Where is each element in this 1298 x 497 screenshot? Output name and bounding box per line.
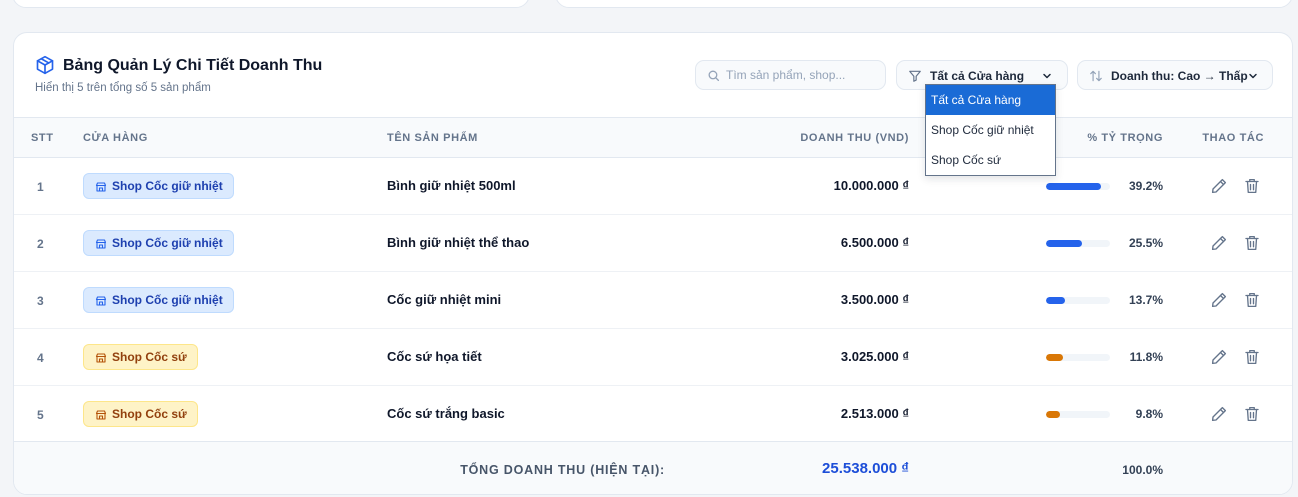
top-card-left	[12, 0, 530, 8]
pencil-icon[interactable]	[1210, 291, 1228, 309]
store-name: Shop Cốc giữ nhiệt	[112, 236, 223, 250]
total-revenue-label: TỔNG DOANH THU (HIỆN TẠI):	[460, 463, 665, 477]
column-header-actions: THAO TÁC	[1202, 132, 1264, 144]
pencil-icon[interactable]	[1210, 234, 1228, 252]
column-header-stt: STT	[31, 132, 54, 144]
row-index: 1	[37, 180, 44, 194]
column-header-share: % TỶ TRỌNG	[1087, 132, 1163, 144]
table-header: STT CỬA HÀNG TÊN SẢN PHẨM DOANH THU (VND…	[14, 117, 1292, 158]
pencil-icon[interactable]	[1210, 348, 1228, 366]
share-percent: 13.7%	[1128, 293, 1163, 307]
store-icon	[95, 353, 107, 363]
trash-icon[interactable]	[1243, 234, 1261, 252]
product-name: Cốc sứ trắng basic	[387, 406, 505, 421]
product-name: Cốc giữ nhiệt mini	[387, 292, 502, 307]
table-row: 3 Shop Cốc giữ nhiệt Cốc giữ nhiệt mini …	[14, 272, 1292, 329]
revenue-table-panel: Bảng Quản Lý Chi Tiết Doanh Thu Hiển thị…	[13, 32, 1293, 495]
store-name: Shop Cốc sứ	[112, 350, 187, 364]
share-bar-fill	[1046, 411, 1060, 418]
share-bar-fill	[1046, 297, 1066, 304]
store-filter-dropdown: Tất cả Cửa hàng Shop Cốc giữ nhiệt Shop …	[925, 84, 1056, 176]
store-icon	[95, 182, 107, 192]
share-bar	[1046, 297, 1110, 304]
revenue-value: 3.025.000 ₫	[840, 349, 909, 364]
table-row: 5 Shop Cốc sứ Cốc sứ trắng basic 2.513.0…	[14, 386, 1292, 443]
store-name: Shop Cốc giữ nhiệt	[112, 179, 223, 193]
row-index: 5	[37, 408, 44, 422]
box-icon	[36, 55, 54, 75]
share-bar	[1046, 240, 1110, 247]
table-row: 2 Shop Cốc giữ nhiệt Bình giữ nhiệt thể …	[14, 215, 1292, 272]
revenue-value: 3.500.000 ₫	[840, 292, 909, 307]
trash-icon[interactable]	[1243, 348, 1261, 366]
store-name: Shop Cốc giữ nhiệt	[112, 293, 223, 307]
revenue-value: 6.500.000 ₫	[840, 235, 909, 250]
share-bar-fill	[1046, 354, 1063, 361]
store-badge: Shop Cốc sứ	[83, 344, 198, 370]
column-header-revenue: DOANH THU (VND)	[800, 132, 909, 144]
row-index: 3	[37, 294, 44, 308]
result-count-text: Hiển thị 5 trên tổng số 5 sản phẩm	[35, 82, 211, 94]
table-row: 4 Shop Cốc sứ Cốc sứ họa tiết 3.025.000 …	[14, 329, 1292, 386]
store-badge: Shop Cốc giữ nhiệt	[83, 173, 234, 199]
search-input[interactable]	[726, 66, 876, 84]
sort-arrows-icon	[1090, 70, 1102, 82]
total-share-percent: 100.0%	[1122, 463, 1163, 477]
search-icon	[708, 70, 720, 82]
share-percent: 39.2%	[1128, 179, 1163, 193]
trash-icon[interactable]	[1243, 405, 1261, 423]
column-header-store: CỬA HÀNG	[83, 132, 148, 144]
trash-icon[interactable]	[1243, 177, 1261, 195]
share-percent: 9.8%	[1135, 407, 1163, 421]
store-icon	[95, 239, 107, 249]
pencil-icon[interactable]	[1210, 177, 1228, 195]
top-card-right	[555, 0, 1293, 8]
store-name: Shop Cốc sứ	[112, 407, 187, 421]
share-percent: 11.8%	[1129, 350, 1163, 364]
store-badge: Shop Cốc giữ nhiệt	[83, 287, 234, 313]
product-name: Cốc sứ họa tiết	[387, 349, 482, 364]
pencil-icon[interactable]	[1210, 405, 1228, 423]
search-box[interactable]	[695, 60, 886, 90]
product-name: Bình giữ nhiệt thể thao	[387, 235, 530, 250]
share-bar-fill	[1046, 240, 1082, 247]
table-footer-total: TỔNG DOANH THU (HIỆN TẠI): 25.538.000 ₫ …	[14, 441, 1292, 494]
store-filter-label: Tất cả Cửa hàng	[930, 69, 1025, 83]
chevron-down-icon	[1043, 73, 1051, 79]
sort-label: Doanh thu: Cao → Thấp	[1111, 69, 1248, 83]
row-index: 2	[37, 237, 44, 251]
dropdown-option-shop-thermal[interactable]: Shop Cốc giữ nhiệt	[926, 115, 1055, 145]
chevron-down-icon	[1249, 73, 1257, 79]
store-icon	[95, 410, 107, 420]
share-bar	[1046, 354, 1110, 361]
store-badge: Shop Cốc giữ nhiệt	[83, 230, 234, 256]
product-name: Bình giữ nhiệt 500ml	[387, 178, 516, 193]
share-percent: 25.5%	[1128, 236, 1163, 250]
column-header-product: TÊN SẢN PHẨM	[387, 132, 478, 144]
store-icon	[95, 296, 107, 306]
filter-icon	[909, 70, 921, 82]
total-revenue-value: 25.538.000 ₫	[822, 460, 909, 477]
trash-icon[interactable]	[1243, 291, 1261, 309]
share-bar	[1046, 183, 1110, 190]
store-badge: Shop Cốc sứ	[83, 401, 198, 427]
sort-select[interactable]: Doanh thu: Cao → Thấp	[1077, 60, 1273, 90]
dropdown-option-all-stores[interactable]: Tất cả Cửa hàng	[926, 85, 1055, 115]
share-bar	[1046, 411, 1110, 418]
revenue-value: 10.000.000 ₫	[833, 178, 909, 193]
share-bar-fill	[1046, 183, 1102, 190]
row-index: 4	[37, 351, 44, 365]
revenue-value: 2.513.000 ₫	[840, 406, 909, 421]
dropdown-option-shop-ceramic[interactable]: Shop Cốc sứ	[926, 145, 1055, 175]
table-row: 1 Shop Cốc giữ nhiệt Bình giữ nhiệt 500m…	[14, 158, 1292, 215]
panel-header: Bảng Quản Lý Chi Tiết Doanh Thu Hiển thị…	[14, 33, 1292, 117]
page-title: Bảng Quản Lý Chi Tiết Doanh Thu	[63, 57, 323, 74]
